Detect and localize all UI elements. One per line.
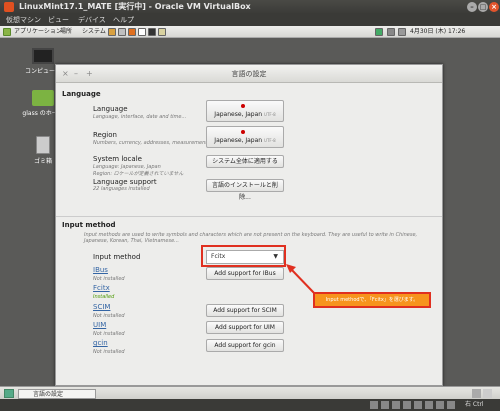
input-method-label: Input method: [93, 253, 141, 261]
language-button-label: Japanese, Japan: [214, 111, 263, 118]
uim-link[interactable]: UIM: [93, 321, 106, 329]
show-desktop-icon[interactable]: [4, 389, 14, 398]
scim-status: Not installed: [93, 313, 125, 319]
japan-flag-icon: [241, 104, 245, 108]
maximize-icon[interactable]: □: [478, 2, 488, 12]
highlight-box: [201, 245, 286, 267]
vbox-window-title: LinuxMint17.1_MATE [実行中] - Oracle VM Vir…: [19, 2, 251, 11]
ibus-link[interactable]: IBus: [93, 266, 108, 274]
scim-link[interactable]: SCIM: [93, 303, 110, 311]
minimize-icon[interactable]: –: [467, 2, 477, 12]
panel-menu-places[interactable]: 場所: [60, 26, 72, 38]
fcitx-status: Installed: [93, 294, 115, 300]
row-sub-language-support: 22 languages installed: [93, 186, 150, 192]
menu-help[interactable]: ヘルプ: [113, 14, 134, 26]
taskbar-item-label: 言語の設定: [33, 391, 64, 398]
vbox-titlebar: LinuxMint17.1_MATE [実行中] - Oracle VM Vir…: [0, 0, 500, 14]
encoding-label: UTF-8: [264, 112, 276, 117]
window-maximize-icon[interactable]: +: [86, 65, 93, 83]
vbox-menubar: 仮想マシン ビュー デバイス ヘルプ: [0, 14, 500, 26]
row-sub-language: Language, interface, date and time...: [93, 114, 187, 120]
panel-menu-system[interactable]: システム: [82, 26, 106, 38]
fcitx-link[interactable]: Fcitx: [93, 284, 110, 292]
vbox-statusbar: 右 Ctrl: [0, 399, 500, 411]
desktop-icon-label: ゴミ箱: [33, 158, 52, 165]
window-titlebar: × – + 言語の設定: [56, 65, 442, 83]
row-sub-region: Numbers, currency, addresses, measuremen…: [93, 140, 213, 146]
language-button[interactable]: Japanese, Japan UTF-8: [206, 100, 284, 122]
mouse-integration-icon: [447, 401, 455, 409]
annotation-callout: Input methodで、「Fcitx」を選びます。: [313, 292, 431, 308]
trash-icon: [36, 136, 50, 154]
gcin-status: Not installed: [93, 349, 125, 355]
workspace-1-icon[interactable]: [472, 389, 481, 398]
row-label-language: Language: [93, 105, 128, 113]
gcin-link[interactable]: gcin: [93, 339, 108, 347]
region-button[interactable]: Japanese, Japan UTF-8: [206, 126, 284, 148]
launcher-terminal-icon[interactable]: [148, 28, 156, 36]
workspace-2-icon[interactable]: [483, 389, 492, 398]
mint-menu-icon[interactable]: [3, 28, 11, 36]
uim-status: Not installed: [93, 331, 125, 337]
row-label-system-locale: System locale: [93, 155, 142, 163]
window-minimize-icon[interactable]: –: [74, 65, 78, 83]
menu-view[interactable]: ビュー: [48, 14, 69, 26]
menu-machine[interactable]: 仮想マシン: [6, 14, 41, 26]
window-close-icon[interactable]: ×: [62, 65, 69, 83]
row-label-language-support: Language support: [93, 178, 157, 186]
row-sub2-system-locale: Region: ロケールが定義されていません: [93, 171, 184, 177]
host-key-label: 右 Ctrl: [465, 401, 484, 408]
launcher-files-icon[interactable]: [138, 28, 146, 36]
language-settings-window: × – + 言語の設定 Language Language Language, …: [55, 64, 443, 386]
panel-menu-applications[interactable]: アプリケーション: [14, 26, 62, 38]
launcher-editor-icon[interactable]: [158, 28, 166, 36]
hdd-icon: [370, 401, 378, 409]
launcher-firefox-icon[interactable]: [108, 28, 116, 36]
add-uim-button[interactable]: Add support for UIM: [206, 321, 284, 334]
home-folder-icon: [32, 90, 54, 106]
launcher-media-icon[interactable]: [128, 28, 136, 36]
add-scim-button[interactable]: Add support for SCIM: [206, 304, 284, 317]
menu-devices[interactable]: デバイス: [78, 14, 106, 26]
shared-folders-icon: [403, 401, 411, 409]
taskbar-item-language-settings[interactable]: 言語の設定: [18, 389, 96, 399]
keyboard-indicator-icon[interactable]: [375, 28, 383, 36]
close-icon[interactable]: ×: [489, 2, 499, 12]
install-remove-languages-button[interactable]: 言語のインストールと削除...: [206, 179, 284, 201]
top-panel: アプリケーション 場所 システム 4月30日 (木) 17:26: [0, 26, 500, 38]
virtualbox-icon: [4, 2, 14, 12]
add-ibus-button[interactable]: Add support for IBus: [206, 267, 284, 280]
ibus-status: Not installed: [93, 276, 125, 282]
launcher-mail-icon[interactable]: [118, 28, 126, 36]
encoding-label: UTF-8: [264, 138, 276, 143]
apply-system-wide-button[interactable]: システム全体に適用する: [206, 155, 284, 168]
network-icon[interactable]: [387, 28, 395, 36]
section-language: Language: [62, 90, 101, 98]
display-icon: [425, 401, 433, 409]
row-label-region: Region: [93, 131, 117, 139]
add-gcin-button[interactable]: Add support for gcin: [206, 339, 284, 352]
volume-icon[interactable]: [398, 28, 406, 36]
computer-icon: [32, 48, 54, 64]
region-button-label: Japanese, Japan: [214, 137, 263, 144]
optical-icon: [381, 401, 389, 409]
input-method-description: Input methods are used to write symbols …: [84, 232, 418, 244]
panel-clock[interactable]: 4月30日 (木) 17:26: [410, 26, 465, 38]
bottom-panel: 言語の設定: [0, 386, 500, 399]
usb-icon: [392, 401, 400, 409]
capture-icon: [436, 401, 444, 409]
japan-flag-icon: [241, 130, 245, 134]
section-divider: [56, 216, 442, 217]
section-input-method: Input method: [62, 221, 116, 229]
window-title: 言語の設定: [231, 70, 267, 78]
network-adapter-icon: [414, 401, 422, 409]
